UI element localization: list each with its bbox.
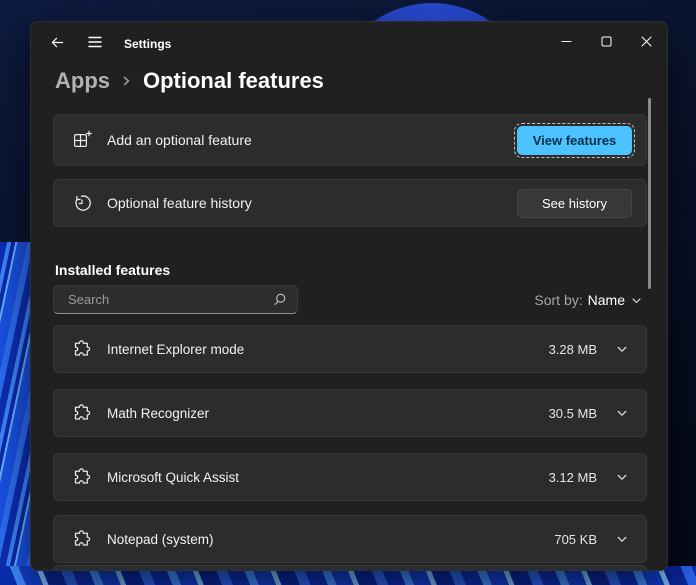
feature-name: Internet Explorer mode: [107, 342, 244, 357]
feature-size: 30.5 MB: [549, 406, 597, 421]
minimize-icon: [561, 36, 572, 47]
settings-window: Settings Apps Optional f: [30, 21, 668, 571]
puzzle-piece-icon: [72, 529, 92, 549]
feature-size: 3.12 MB: [549, 470, 597, 485]
maximize-icon: [601, 36, 612, 47]
optional-feature-history-card: Optional feature history See history: [53, 179, 647, 227]
feature-name: Microsoft Quick Assist: [107, 470, 239, 485]
page-title: Optional features: [143, 68, 324, 94]
minimize-button[interactable]: [546, 24, 586, 58]
feature-row-notepad-system[interactable]: Notepad (system) 705 KB: [53, 515, 647, 563]
history-label: Optional feature history: [107, 195, 252, 211]
desktop: Settings Apps Optional f: [0, 0, 696, 585]
puzzle-piece-icon: [72, 467, 92, 487]
feature-size: 705 KB: [554, 532, 597, 547]
sort-dropdown[interactable]: Sort by: Name: [534, 288, 643, 312]
expander-chevron-icon[interactable]: [615, 406, 629, 420]
app-title: Settings: [124, 37, 171, 51]
close-button[interactable]: [626, 24, 666, 58]
feature-name: Notepad (system): [107, 532, 214, 547]
chevron-right-icon: [121, 74, 132, 88]
chevron-down-icon: [630, 294, 643, 307]
puzzle-piece-icon: [72, 403, 92, 423]
see-history-button[interactable]: See history: [517, 189, 632, 218]
titlebar: Settings: [31, 22, 667, 66]
back-arrow-icon: [50, 35, 65, 50]
puzzle-piece-icon: [72, 339, 92, 359]
sort-value: Name: [588, 292, 625, 308]
feature-row-microsoft-quick-assist[interactable]: Microsoft Quick Assist 3.12 MB: [53, 453, 647, 501]
add-feature-label: Add an optional feature: [107, 132, 252, 148]
breadcrumb-apps[interactable]: Apps: [55, 68, 110, 94]
expander-chevron-icon[interactable]: [615, 342, 629, 356]
view-features-button[interactable]: View features: [517, 126, 632, 155]
expander-chevron-icon[interactable]: [615, 532, 629, 546]
expander-chevron-icon[interactable]: [615, 470, 629, 484]
search-icon[interactable]: [272, 292, 287, 307]
breadcrumb: Apps Optional features: [55, 64, 324, 98]
nav-menu-button[interactable]: [77, 26, 113, 58]
history-icon: [72, 193, 92, 213]
hamburger-icon: [87, 35, 103, 49]
sort-by-label: Sort by:: [534, 292, 582, 308]
maximize-button[interactable]: [586, 24, 626, 58]
feature-name: Math Recognizer: [107, 406, 209, 421]
installed-features-heading: Installed features: [55, 262, 170, 278]
feature-row-internet-explorer-mode[interactable]: Internet Explorer mode 3.28 MB: [53, 325, 647, 373]
search-box: [53, 285, 298, 314]
close-icon: [641, 36, 652, 47]
back-button[interactable]: [39, 26, 75, 58]
scrollbar-thumb[interactable]: [648, 98, 651, 289]
feature-size: 3.28 MB: [549, 342, 597, 357]
feature-row-math-recognizer[interactable]: Math Recognizer 30.5 MB: [53, 389, 647, 437]
add-feature-icon: [72, 130, 92, 150]
feature-row-partial: [53, 565, 647, 571]
search-input[interactable]: [66, 291, 272, 308]
add-optional-feature-card: Add an optional feature View features: [53, 114, 647, 166]
